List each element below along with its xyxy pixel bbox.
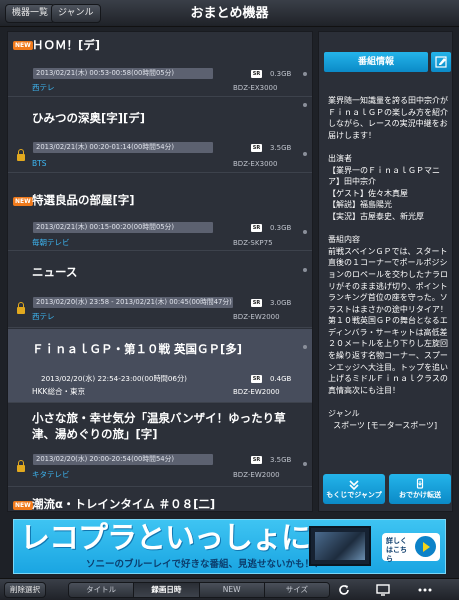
lock-icon [17,460,25,472]
ad-headline: レコプラといっしょに [20,521,311,556]
file-size: 0.4GB [270,375,292,383]
tv-icon[interactable] [376,583,390,597]
mobile-transfer-icon [416,478,424,489]
device-name: BDZ-EW2000 [233,313,280,321]
list-item[interactable]: NEW 潮流α・トレインタイム ＃０８[二] [8,488,312,511]
list-item[interactable]: ひみつの深奥[字][デ] 2013/02/21(木) 00:20-01:14(0… [8,98,312,173]
lock-icon [17,302,25,314]
file-size: 3.0GB [270,299,292,307]
new-badge: NEW [13,41,33,50]
file-size: 0.3GB [270,224,292,232]
status-dot-icon [303,103,307,107]
recording-title: 潮流α・トレインタイム ＃０８[二] [32,497,216,511]
device-name: BDZ-EX3000 [233,84,278,92]
ad-detail-button[interactable]: 詳しくはこちら [382,533,440,563]
ad-subtitle: ソニーのブルーレイで好きな番組、見逃せないかも！？ [86,559,324,570]
file-size: 3.5GB [270,144,292,152]
sr-badge: SR [251,299,262,307]
sort-segmented-control[interactable]: タイトル 録画日時 NEW サイズ [68,582,330,598]
recording-date: 2013/02/21(木) 00:20-01:14(00時間54分) [33,142,213,153]
jump-label: もくじでジャンプ [326,491,382,499]
recording-date: 2013/02/20(水) 22:54-23:00(00時間06分) [41,374,187,383]
new-badge: NEW [13,501,33,510]
channel-name: HKK総合・東京 [32,387,85,396]
sort-tab-new[interactable]: NEW [199,583,265,597]
outing-transfer-button[interactable]: おでかけ転送 [389,474,451,504]
channel-name: 西テレ [32,312,55,321]
list-item[interactable]: NEW ＨＯＭ！[デ] 2013/02/21(木) 00:53-00:58(00… [8,32,312,97]
sort-tab-size[interactable]: サイズ [264,583,329,597]
recording-title: ＦｉｎａｌＧＰ・第１０戦 英国ＧＰ[多] [32,342,243,356]
edit-button[interactable] [431,52,451,72]
top-bar: 機器一覧 ジャンル おまとめ機器 [0,0,459,27]
recording-list[interactable]: NEW ＨＯＭ！[デ] 2013/02/21(木) 00:53-00:58(00… [7,31,313,512]
recording-title: ひみつの深奥[字][デ] [32,111,146,125]
page-title: おまとめ機器 [190,6,269,21]
list-item-selected[interactable]: ＦｉｎａｌＧＰ・第１０戦 英国ＧＰ[多] 2013/02/20(水) 22:54… [8,329,312,403]
jump-by-index-button[interactable]: もくじでジャンプ [323,474,385,504]
sr-badge: SR [251,456,262,464]
sr-badge: SR [251,70,262,78]
sr-badge: SR [251,224,262,232]
ad-detail-label: 詳しくはこちら [386,537,407,563]
status-dot-icon [303,462,307,466]
channel-name: キタテレビ [32,470,70,479]
transfer-label: おでかけ転送 [399,491,441,499]
sort-tab-date[interactable]: 録画日時 [134,583,200,597]
program-info-panel: 番組情報 業界随一知識量を誇る田中宗介がＦｉｎａｌＧＰの楽しみ方を紹介しながら、… [318,31,453,512]
recording-date: 2013/02/21(木) 00:15-00:20(00時間05分) [33,222,213,233]
status-dot-icon [303,345,307,349]
list-item[interactable]: ニュース 2013/02/20(水) 23:58 - 2013/02/21(木)… [8,252,312,328]
sr-badge: SR [251,375,262,383]
recording-title: 小さな旅・幸せ気分「温泉バンザイ！ゆったり草津、湯めぐりの旅」[字] [32,411,286,441]
file-size: 0.3GB [270,70,292,78]
status-dot-icon [303,72,307,76]
sr-badge: SR [251,144,262,152]
status-dot-icon [303,268,307,272]
bottom-toolbar: 削除選択 タイトル 録画日時 NEW サイズ [0,578,459,600]
device-name: BDZ-EW2000 [233,388,280,396]
status-dot-icon [303,230,307,234]
lock-icon [17,149,25,161]
delete-select-button[interactable]: 削除選択 [4,582,46,598]
jump-icon [349,480,359,490]
program-info-button[interactable]: 番組情報 [324,52,428,72]
pencil-icon [435,56,447,68]
channel-name: 西テレ [32,83,55,92]
recording-date: 2013/02/21(木) 00:53-00:58(00時間05分) [33,68,213,79]
file-size: 3.5GB [270,456,292,464]
refresh-icon[interactable] [337,583,351,597]
new-badge: NEW [13,197,33,206]
program-description: 業界随一知識量を誇る田中宗介がＦｉｎａｌＧＰの楽しみ方を紹介しながら、レースの実… [328,96,448,430]
channel-name: 毎朝テレビ [32,238,70,247]
arrow-right-icon [415,536,436,557]
recording-title: ＨＯＭ！[デ] [32,38,101,52]
recording-title: 特選良品の部屋[字] [32,193,135,207]
device-name: BDZ-EX3000 [233,160,278,168]
recording-title: ニュース [32,265,78,279]
recording-date: 2013/02/20(水) 23:58 - 2013/02/21(木) 00:4… [33,297,233,308]
list-item[interactable]: NEW 特選良品の部屋[字] 2013/02/21(木) 00:15-00:20… [8,174,312,251]
ad-banner[interactable]: レコプラといっしょに ソニーのブルーレイで好きな番組、見逃せないかも！？ 詳しく… [13,519,446,574]
status-dot-icon [303,152,307,156]
recording-date: 2013/02/20(水) 20:00-20:54(00時間54分) [33,454,213,465]
tv-image [309,526,371,566]
sort-tab-title[interactable]: タイトル [69,583,135,597]
device-name: BDZ-EW2000 [233,471,280,479]
list-item[interactable]: 小さな旅・幸せ気分「温泉バンザイ！ゆったり草津、湯めぐりの旅」[字] 2013/… [8,404,312,487]
more-icon[interactable] [417,583,433,597]
device-name: BDZ-SKP75 [233,239,273,247]
channel-name: BTS [32,159,47,168]
